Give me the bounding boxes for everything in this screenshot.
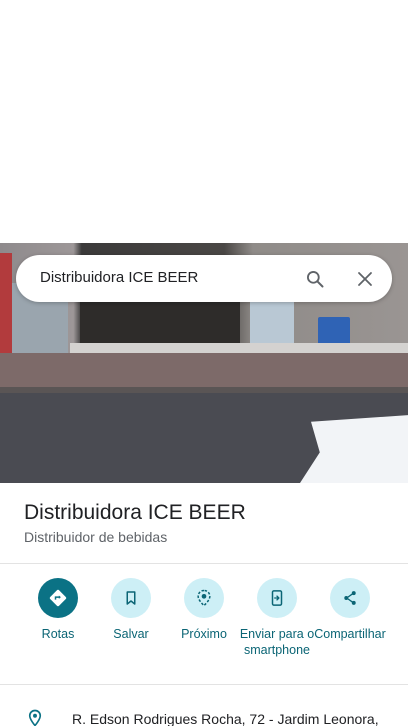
send-to-phone-button[interactable]: Enviar para o smartphone (237, 578, 317, 658)
share-button[interactable]: Compartilhar (310, 578, 390, 642)
photo-sidewalk (0, 353, 408, 387)
nearby-button[interactable]: Próximo (164, 578, 244, 642)
place-category[interactable]: Distribuidor de bebidas (24, 529, 167, 545)
nearby-icon (184, 578, 224, 618)
send-to-phone-label: Enviar para o smartphone (239, 627, 315, 657)
divider-top (0, 563, 408, 564)
nearby-label: Próximo (181, 627, 227, 641)
search-query[interactable]: Distribuidora ICE BEER (40, 269, 198, 286)
directions-button[interactable]: Rotas (18, 578, 98, 642)
divider-bottom (0, 684, 408, 685)
address-row[interactable]: R. Edson Rodrigues Rocha, 72 - Jardim Le… (0, 700, 408, 726)
send-to-phone-icon (257, 578, 297, 618)
search-icon[interactable] (302, 266, 328, 292)
place-title: Distribuidora ICE BEER (24, 501, 246, 524)
search-bar[interactable]: Distribuidora ICE BEER (16, 255, 392, 302)
share-label: Compartilhar (314, 627, 386, 641)
location-pin-icon (26, 709, 44, 726)
directions-icon (38, 578, 78, 618)
address-text: R. Edson Rodrigues Rocha, 72 - Jardim Le… (72, 711, 379, 726)
bookmark-icon (111, 578, 151, 618)
share-icon (330, 578, 370, 618)
map-blank-area (0, 0, 408, 243)
close-icon[interactable] (352, 266, 378, 292)
directions-label: Rotas (41, 627, 75, 641)
photo-red-door (0, 253, 12, 353)
save-label: Salvar (113, 627, 149, 641)
save-button[interactable]: Salvar (91, 578, 171, 642)
